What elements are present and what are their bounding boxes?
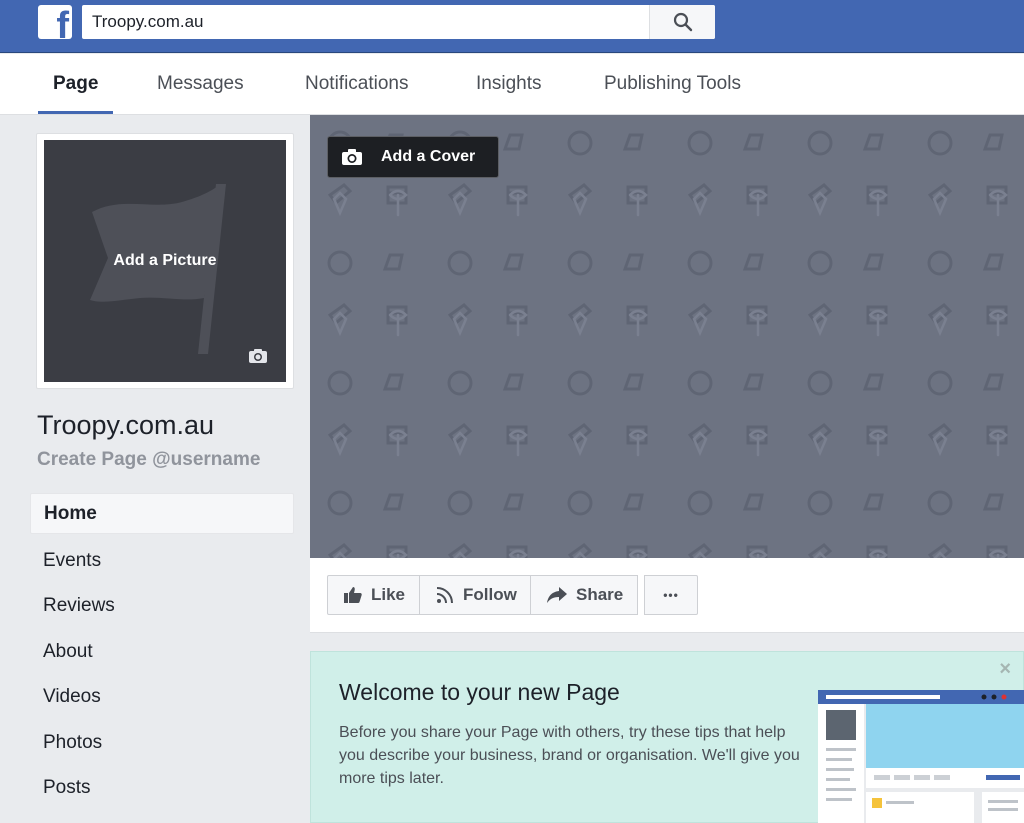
follow-label: Follow	[463, 585, 517, 604]
cover-photo[interactable]	[310, 115, 1024, 558]
thumbs-up-icon	[344, 587, 362, 603]
nav-item-reviews[interactable]: Reviews	[30, 584, 294, 630]
tab-page[interactable]: Page	[37, 54, 114, 114]
facebook-logo-glyph: f	[56, 5, 69, 39]
more-options-button[interactable]: •••	[644, 575, 698, 615]
share-label: Share	[576, 585, 624, 604]
tab-publishing-tools[interactable]: Publishing Tools	[604, 54, 741, 114]
nav-item-photos[interactable]: Photos	[30, 720, 294, 766]
left-navigation: Home Events Reviews About Videos Photos …	[30, 493, 294, 811]
nav-item-home[interactable]: Home	[30, 493, 294, 534]
more-dots-icon: •••	[663, 588, 679, 602]
add-cover-label: Add a Cover	[381, 148, 476, 165]
tab-messages[interactable]: Messages	[157, 54, 244, 114]
search-bar	[82, 5, 715, 39]
share-arrow-icon	[547, 587, 567, 603]
camera-icon	[342, 149, 362, 165]
page-name: Troopy.com.au	[37, 410, 215, 440]
add-picture-label: Add a Picture	[113, 252, 217, 269]
profile-picture-frame: Add a Picture	[36, 133, 294, 389]
nav-item-posts[interactable]: Posts	[30, 766, 294, 812]
action-buttons: Like Follow Share •••	[327, 575, 698, 615]
search-icon	[673, 12, 692, 32]
nav-item-videos[interactable]: Videos	[30, 675, 294, 721]
like-label: Like	[371, 585, 406, 604]
welcome-title: Welcome to your new Page	[339, 679, 620, 705]
top-navigation-bar: f	[0, 0, 1024, 53]
page-illustration	[818, 690, 1024, 823]
welcome-text: Before you share your Page with others, …	[339, 724, 800, 787]
camera-icon	[249, 349, 267, 363]
page-tabs-bar: Page Messages Notifications Insights Pub…	[0, 54, 1024, 115]
search-input[interactable]	[82, 5, 650, 39]
nav-item-about[interactable]: About	[30, 629, 294, 675]
nav-item-events[interactable]: Events	[30, 538, 294, 584]
create-username-link[interactable]: Create Page @username	[37, 449, 260, 471]
close-icon[interactable]: ×	[999, 658, 1011, 681]
add-picture-button[interactable]: Add a Picture	[44, 140, 286, 382]
page-action-bar: Like Follow Share •••	[310, 558, 1024, 633]
search-button[interactable]	[649, 5, 715, 39]
like-button[interactable]: Like	[327, 575, 420, 615]
follow-button[interactable]: Follow	[419, 575, 531, 615]
welcome-card: Welcome to your new Page Before you shar…	[310, 651, 1024, 823]
rss-follow-icon	[436, 587, 453, 604]
share-button[interactable]: Share	[530, 575, 638, 615]
add-cover-button[interactable]: Add a Cover	[327, 136, 499, 178]
cover-pattern	[310, 115, 1024, 558]
facebook-logo-icon[interactable]: f	[38, 5, 72, 39]
tab-notifications[interactable]: Notifications	[305, 54, 409, 114]
tab-insights[interactable]: Insights	[476, 54, 541, 114]
